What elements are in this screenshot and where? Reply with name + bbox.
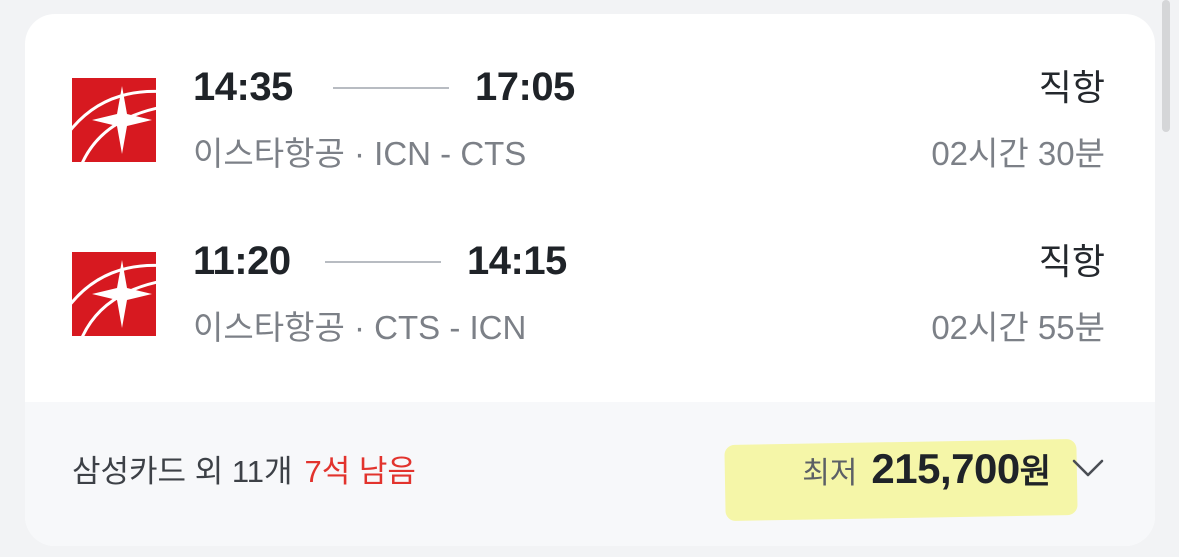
airline-name: 이스타항공 (193, 309, 345, 346)
route-codes: ICN - CTS (374, 135, 527, 172)
flight-type: 직항 (1038, 241, 1105, 282)
flight-duration: 02시간 55분 (931, 309, 1105, 346)
flight-result-card[interactable]: 14:35 17:05 이스타항공 · ICN - CTS 직항 02시간 30… (25, 14, 1155, 546)
flight-path-line (325, 261, 441, 263)
flight-path-line (333, 87, 449, 89)
route-separator: · (353, 135, 365, 172)
airline-route: 이스타항공 · ICN - CTS (193, 134, 526, 174)
departure-time: 11:20 (193, 239, 291, 283)
airline-route: 이스타항공 · CTS - ICN (193, 308, 526, 348)
flight-duration: 02시간 30분 (931, 135, 1105, 172)
route-codes: CTS - ICN (374, 309, 527, 346)
offer-info: 삼성카드 외 11개 7석 남음 (72, 452, 416, 492)
price-label: 최저 (802, 457, 858, 490)
card-offers: 삼성카드 외 11개 (72, 454, 293, 489)
price-unit: 원 (1019, 453, 1051, 491)
departure-time: 14:35 (193, 65, 293, 109)
price-value: 215,700 (871, 445, 1020, 492)
chevron-down-icon[interactable] (1071, 456, 1105, 480)
route-separator: · (353, 309, 365, 346)
lowest-price: 최저 215,700 원 (802, 444, 1051, 494)
outbound-flight-leg: 14:35 17:05 이스타항공 · ICN - CTS 직항 02시간 30… (25, 64, 1155, 204)
price-footer[interactable]: 삼성카드 외 11개 7석 남음 최저 215,700 원 (25, 402, 1155, 546)
airline-logo-icon (72, 252, 156, 336)
scrollbar[interactable] (1162, 0, 1170, 132)
inbound-flight-leg: 11:20 14:15 이스타항공 · CTS - ICN 직항 02시간 55… (25, 238, 1155, 378)
arrival-time: 14:15 (467, 239, 567, 283)
seats-left: 7석 남음 (304, 454, 416, 489)
airline-logo-icon (72, 78, 156, 162)
arrival-time: 17:05 (475, 65, 575, 109)
airline-name: 이스타항공 (193, 135, 345, 172)
flight-type: 직항 (1038, 67, 1105, 108)
